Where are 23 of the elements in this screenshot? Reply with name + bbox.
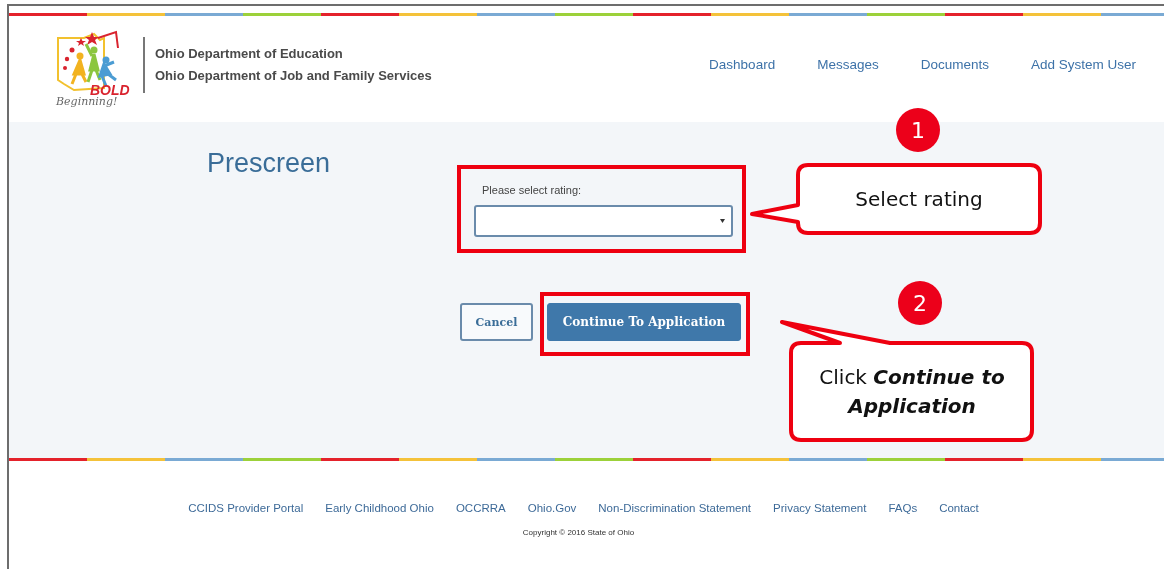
- logo-subtitle: Beginning!: [56, 96, 118, 108]
- footer-link[interactable]: CCIDS Provider Portal: [188, 502, 304, 514]
- nav-link[interactable]: Add System User: [1030, 56, 1136, 72]
- nav-link[interactable]: Messages: [817, 56, 879, 72]
- callout-text: Click Continue to Application: [818, 364, 1006, 420]
- footer-link[interactable]: FAQs: [888, 502, 918, 514]
- footer-link[interactable]: Early Childhood Ohio: [325, 502, 434, 514]
- callout-text: Select rating: [855, 186, 983, 213]
- continue-button[interactable]: Continue To Application: [547, 303, 741, 341]
- page-title: Prescreen: [207, 148, 332, 180]
- agency-name: Ohio Department of Education: [155, 45, 344, 61]
- footer-link[interactable]: Contact: [939, 502, 979, 514]
- footer-link[interactable]: OCCRRA: [455, 502, 506, 514]
- nav-link[interactable]: Dashboard: [709, 56, 776, 72]
- agency-name: Ohio Department of Job and Family Services: [155, 67, 432, 83]
- footer-link[interactable]: Ohio.Gov: [527, 502, 577, 514]
- field-label: Please select rating:: [482, 184, 583, 196]
- footer-link[interactable]: Privacy Statement: [773, 502, 867, 514]
- cancel-button[interactable]: Cancel: [460, 303, 533, 341]
- footer-link[interactable]: Non-Discrimination Statement: [598, 502, 752, 514]
- logo-title: BOLD: [90, 84, 130, 96]
- nav-link[interactable]: Documents: [920, 56, 989, 72]
- copyright-text: Copyright © 2016 State of Ohio: [522, 528, 635, 537]
